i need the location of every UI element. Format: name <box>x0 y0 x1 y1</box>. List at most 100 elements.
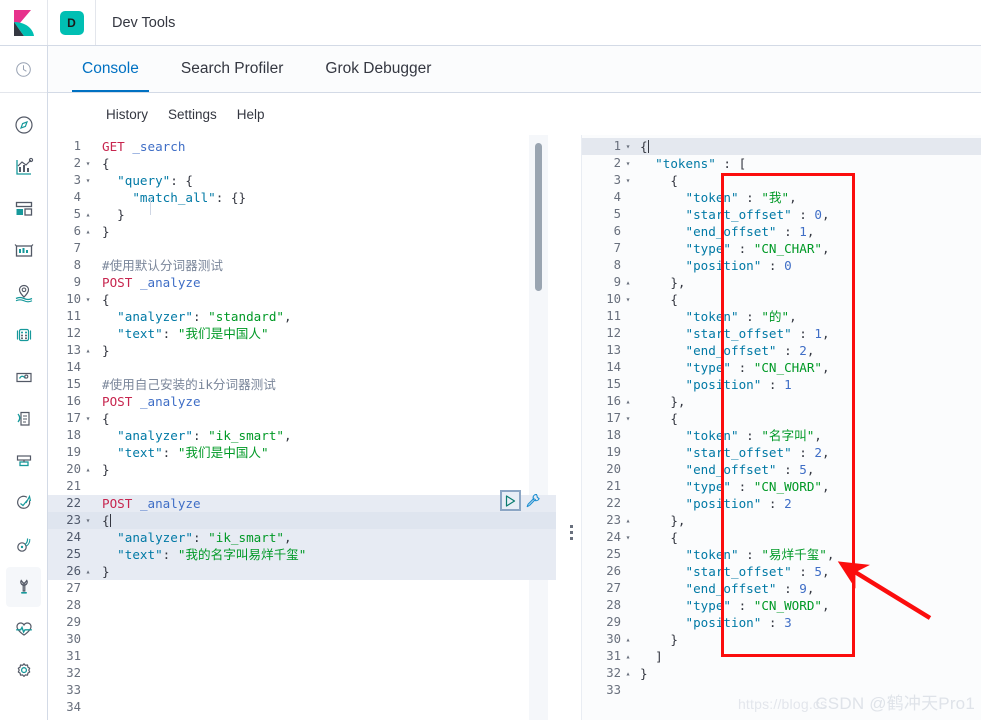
code-line[interactable]: 20 "end_offset" : 5, <box>582 461 981 478</box>
code-line[interactable]: 11 "analyzer": "standard", <box>48 308 556 325</box>
code-line[interactable]: 1▾{ <box>582 138 981 155</box>
fold-toggle-icon[interactable]: ▾ <box>82 155 94 172</box>
sidebar-item-canvas[interactable] <box>6 231 41 271</box>
submenu-settings-button[interactable]: Settings <box>168 107 217 122</box>
fold-toggle-icon[interactable]: ▴ <box>622 274 634 291</box>
sidebar-item-management[interactable] <box>6 651 41 691</box>
code-line[interactable]: 31 <box>48 648 556 665</box>
code-line[interactable]: 31▴ ] <box>582 648 981 665</box>
sidebar-item-visualize[interactable] <box>6 147 41 187</box>
sidebar-item-maps[interactable] <box>6 273 41 313</box>
fold-toggle-icon[interactable]: ▾ <box>82 512 94 529</box>
request-editor-pane[interactable]: 1GET _search2▾{3▾ "query": {4 "match_all… <box>48 135 556 720</box>
response-editor[interactable]: 1▾{2▾ "tokens" : [3▾ {4 "token" : "我",5 … <box>582 138 981 699</box>
code-line[interactable]: 1GET _search <box>48 138 556 155</box>
submenu-history-button[interactable]: History <box>106 107 148 122</box>
code-line[interactable]: 6 "end_offset" : 1, <box>582 223 981 240</box>
code-line[interactable]: 21 <box>48 478 556 495</box>
tab-grok-debugger[interactable]: Grok Debugger <box>315 46 441 92</box>
fold-toggle-icon[interactable]: ▾ <box>622 155 634 172</box>
editor-vertical-scrollbar[interactable] <box>535 143 542 291</box>
code-line[interactable]: 24 "analyzer": "ik_smart", <box>48 529 556 546</box>
fold-toggle-icon[interactable]: ▾ <box>622 172 634 189</box>
code-line[interactable]: 25 "token" : "易烊千玺", <box>582 546 981 563</box>
submenu-help-button[interactable]: Help <box>237 107 265 122</box>
fold-toggle-icon[interactable]: ▾ <box>622 410 634 427</box>
code-line[interactable]: 4 "match_all": {} <box>48 189 556 206</box>
code-line[interactable]: 14 <box>48 359 556 376</box>
code-line[interactable]: 33 <box>582 682 981 699</box>
code-line[interactable]: 22POST _analyze <box>48 495 556 512</box>
sidebar-item-dev-tools[interactable] <box>6 567 41 607</box>
fold-toggle-icon[interactable]: ▾ <box>622 291 634 308</box>
code-line[interactable]: 3▾ { <box>582 172 981 189</box>
recently-viewed-button[interactable] <box>0 46 47 93</box>
code-line[interactable]: 2▾{ <box>48 155 556 172</box>
code-line[interactable]: 19 "start_offset" : 2, <box>582 444 981 461</box>
fold-toggle-icon[interactable]: ▾ <box>82 172 94 189</box>
code-line[interactable]: 29 "position" : 3 <box>582 614 981 631</box>
code-line[interactable]: 16POST _analyze <box>48 393 556 410</box>
tab-console[interactable]: Console <box>72 46 149 92</box>
code-line[interactable]: 12 "start_offset" : 1, <box>582 325 981 342</box>
code-line[interactable]: 24▾ { <box>582 529 981 546</box>
code-line[interactable]: 32▴} <box>582 665 981 682</box>
code-line[interactable]: 11 "token" : "的", <box>582 308 981 325</box>
fold-toggle-icon[interactable]: ▴ <box>82 563 94 580</box>
fold-toggle-icon[interactable]: ▴ <box>82 342 94 359</box>
code-line[interactable]: 32 <box>48 665 556 682</box>
fold-toggle-icon[interactable]: ▾ <box>82 291 94 308</box>
sidebar-item-apm[interactable] <box>6 441 41 481</box>
fold-toggle-icon[interactable]: ▴ <box>82 461 94 478</box>
sidebar-item-uptime[interactable] <box>6 483 41 523</box>
code-line[interactable]: 17▾{ <box>48 410 556 427</box>
pane-resize-handle[interactable] <box>570 525 573 540</box>
fold-toggle-icon[interactable]: ▴ <box>622 512 634 529</box>
tab-search-profiler[interactable]: Search Profiler <box>171 46 294 92</box>
run-request-button[interactable] <box>500 490 521 511</box>
code-line[interactable]: 17▾ { <box>582 410 981 427</box>
code-line[interactable]: 18 "token" : "名字叫", <box>582 427 981 444</box>
code-line[interactable]: 15 "position" : 1 <box>582 376 981 393</box>
code-line[interactable]: 18 "analyzer": "ik_smart", <box>48 427 556 444</box>
fold-toggle-icon[interactable]: ▴ <box>622 631 634 648</box>
code-line[interactable]: 4 "token" : "我", <box>582 189 981 206</box>
code-line[interactable]: 12 "text": "我们是中国人" <box>48 325 556 342</box>
code-line[interactable]: 26▴} <box>48 563 556 580</box>
code-line[interactable]: 34 <box>48 699 556 716</box>
code-line[interactable]: 10▾ { <box>582 291 981 308</box>
code-line[interactable]: 33 <box>48 682 556 699</box>
code-line[interactable]: 21 "type" : "CN_WORD", <box>582 478 981 495</box>
code-line[interactable]: 30▴ } <box>582 631 981 648</box>
code-line[interactable]: 2▾ "tokens" : [ <box>582 155 981 172</box>
sidebar-item-machine-learning[interactable] <box>6 315 41 355</box>
fold-toggle-icon[interactable]: ▴ <box>82 206 94 223</box>
code-line[interactable]: 29 <box>48 614 556 631</box>
code-line[interactable]: 20▴} <box>48 461 556 478</box>
code-line[interactable]: 23▴ }, <box>582 512 981 529</box>
code-line[interactable]: 25 "text": "我的名字叫易烊千玺" <box>48 546 556 563</box>
code-line[interactable]: 10▾{ <box>48 291 556 308</box>
code-line[interactable]: 28 "type" : "CN_WORD", <box>582 597 981 614</box>
code-line[interactable]: 27 <box>48 580 556 597</box>
code-line[interactable]: 15#使用自己安装的ik分词器测试 <box>48 376 556 393</box>
code-line[interactable]: 9▴ }, <box>582 274 981 291</box>
code-line[interactable]: 28 <box>48 597 556 614</box>
fold-toggle-icon[interactable]: ▾ <box>622 138 634 155</box>
code-line[interactable]: 26 "start_offset" : 5, <box>582 563 981 580</box>
fold-toggle-icon[interactable]: ▾ <box>82 410 94 427</box>
code-line[interactable]: 22 "position" : 2 <box>582 495 981 512</box>
code-line[interactable]: 9POST _analyze <box>48 274 556 291</box>
response-editor-pane[interactable]: 1▾{2▾ "tokens" : [3▾ {4 "token" : "我",5 … <box>581 135 981 720</box>
code-line[interactable]: 19 "text": "我们是中国人" <box>48 444 556 461</box>
sidebar-item-infrastructure[interactable] <box>6 357 41 397</box>
sidebar-item-monitoring[interactable] <box>6 609 41 649</box>
code-line[interactable]: 27 "end_offset" : 9, <box>582 580 981 597</box>
fold-toggle-icon[interactable]: ▴ <box>622 648 634 665</box>
code-line[interactable]: 8#使用默认分词器测试 <box>48 257 556 274</box>
pane-divider[interactable] <box>556 135 581 720</box>
fold-toggle-icon[interactable]: ▴ <box>82 223 94 240</box>
wrench-icon[interactable] <box>525 492 542 509</box>
code-line[interactable]: 6▴} <box>48 223 556 240</box>
code-line[interactable]: 30 <box>48 631 556 648</box>
